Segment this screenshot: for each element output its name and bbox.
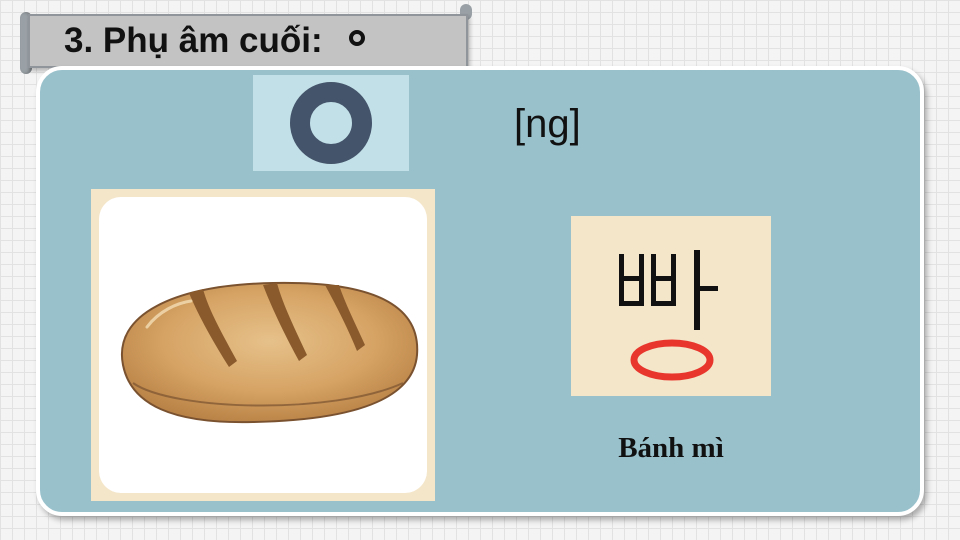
picture-frame	[99, 197, 427, 493]
word-caption: Bánh mì	[618, 432, 724, 464]
hangul-ieung-large-icon	[290, 82, 372, 164]
title-banner: 3. Phụ âm cuối:	[20, 4, 472, 74]
picture-card	[91, 189, 435, 501]
pronunciation-label: [ng]	[514, 102, 581, 146]
hangul-ppang-icon	[619, 250, 718, 381]
hangul-word-card	[571, 216, 771, 396]
title-band: 3. Phụ âm cuối:	[28, 14, 468, 68]
jamo-card	[253, 75, 409, 171]
bread-icon	[120, 281, 419, 424]
page-title: 3. Phụ âm cuối:	[64, 21, 323, 60]
hangul-ieung-icon	[348, 30, 365, 46]
